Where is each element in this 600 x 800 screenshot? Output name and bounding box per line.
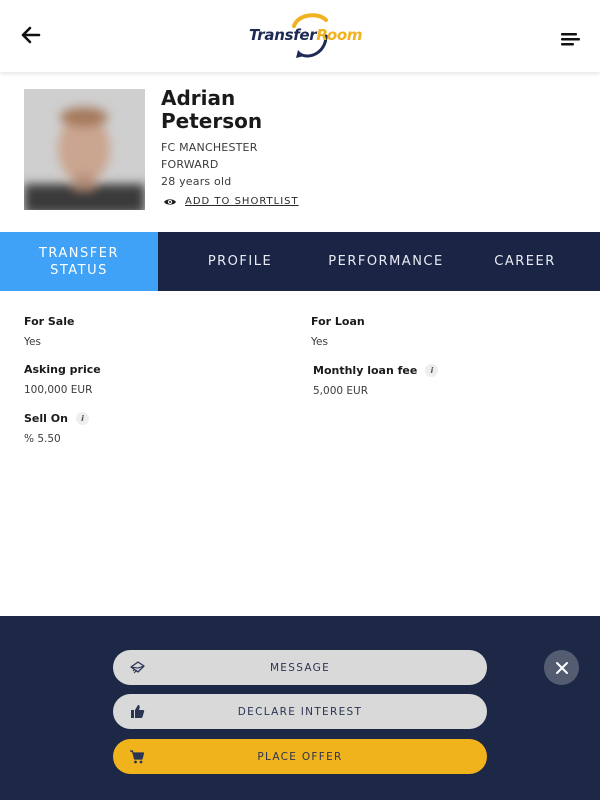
- for-sale-label: For Sale: [24, 315, 75, 328]
- profile-tabs: TRANSFER STATUS PROFILE PERFORMANCE CARE…: [0, 232, 600, 291]
- player-photo: [24, 89, 145, 210]
- eye-icon: [164, 198, 176, 205]
- for-sale-field: For Sale Yes: [24, 315, 74, 348]
- declare-interest-button-label: DECLARE INTEREST: [237, 705, 363, 718]
- tab-transfer-status-line2: STATUS: [50, 262, 108, 278]
- player-age: 28 years old: [161, 175, 232, 188]
- player-avatar-image: [24, 89, 145, 210]
- close-icon: [555, 661, 568, 674]
- asking-price-field: Asking price 100,000 EUR: [24, 363, 101, 396]
- tab-career[interactable]: CAREER: [470, 232, 580, 291]
- add-to-shortlist-link[interactable]: ADD TO SHORTLIST: [163, 196, 299, 207]
- thumbs-up-icon: [131, 705, 145, 718]
- menu-button[interactable]: [558, 28, 584, 50]
- place-offer-button-label: PLACE OFFER: [257, 750, 343, 763]
- for-loan-value: Yes: [311, 336, 328, 348]
- cart-icon: [130, 750, 145, 764]
- player-position: FORWARD: [161, 158, 219, 171]
- sell-on-label-row: Sell On i: [24, 412, 89, 425]
- logo-wordmark-room: Room: [316, 26, 363, 44]
- tab-transfer-status[interactable]: TRANSFER STATUS: [0, 232, 158, 291]
- sell-on-value: % 5.50: [24, 433, 61, 445]
- monthly-loan-fee-field: Monthly loan fee i 5,000 EUR: [313, 364, 439, 397]
- place-offer-button[interactable]: PLACE OFFER: [113, 739, 487, 774]
- tab-transfer-status-line1: TRANSFER: [38, 245, 120, 261]
- info-icon[interactable]: i: [75, 412, 89, 425]
- monthly-loan-fee-value: 5,000 EUR: [313, 385, 369, 397]
- close-button[interactable]: [544, 650, 579, 685]
- monthly-loan-fee-label: Monthly loan fee: [313, 364, 418, 377]
- asking-price-label: Asking price: [24, 363, 101, 376]
- declare-interest-button[interactable]: DECLARE INTEREST: [113, 694, 487, 729]
- tab-performance[interactable]: PERFORMANCE: [318, 232, 454, 291]
- tab-profile[interactable]: PROFILE: [165, 232, 315, 291]
- monthly-loan-fee-label-row: Monthly loan fee i: [313, 364, 439, 377]
- logo-wordmark-transfer: Transfer: [249, 26, 317, 44]
- player-club: FC MANCHESTER: [161, 141, 258, 154]
- for-loan-label: For Loan: [311, 315, 365, 328]
- envelope-icon: [130, 661, 145, 674]
- add-to-shortlist-label: ADD TO SHORTLIST: [185, 196, 299, 207]
- top-bar: TransferRoom: [0, 0, 600, 72]
- message-button[interactable]: MESSAGE: [113, 650, 487, 685]
- tab-performance-label: PERFORMANCE: [328, 254, 444, 269]
- tab-profile-label: PROFILE: [207, 254, 273, 269]
- player-name: Adrian Peterson: [161, 87, 361, 133]
- asking-price-value: 100,000 EUR: [24, 384, 93, 396]
- hamburger-menu-icon: [561, 33, 580, 46]
- sell-on-field: Sell On i % 5.50: [24, 412, 89, 445]
- for-sale-value: Yes: [24, 336, 41, 348]
- message-button-label: MESSAGE: [269, 661, 331, 674]
- transferroom-logo: TransferRoom: [246, 10, 366, 64]
- sell-on-label: Sell On: [24, 412, 68, 425]
- player-first-name: Adrian: [161, 86, 236, 110]
- info-icon[interactable]: i: [425, 364, 439, 377]
- arrow-left-icon: [21, 26, 41, 44]
- player-last-name: Peterson: [161, 109, 263, 133]
- for-loan-field: For Loan Yes: [311, 315, 365, 348]
- back-button[interactable]: [18, 22, 44, 48]
- tab-career-label: CAREER: [494, 254, 556, 269]
- logo-wordmark: TransferRoom: [249, 26, 363, 44]
